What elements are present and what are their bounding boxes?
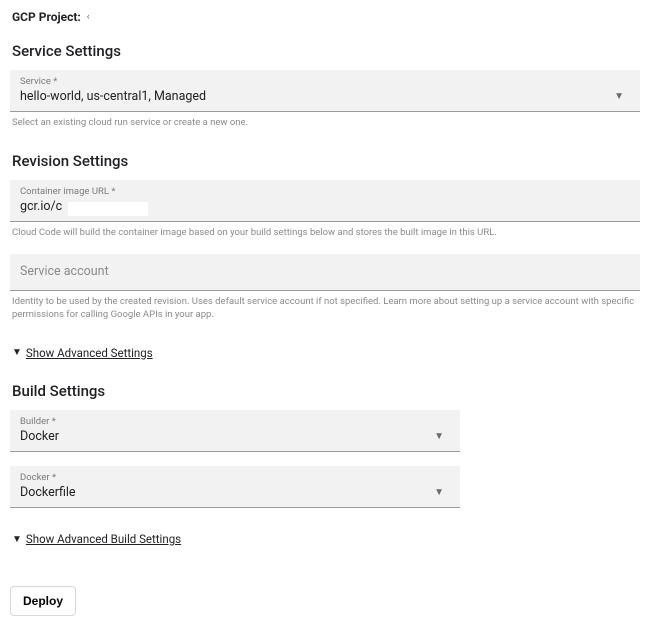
builder-field-label: Builder * bbox=[20, 416, 428, 427]
deploy-button[interactable]: Deploy bbox=[10, 586, 76, 616]
container-image-input[interactable]: Container image URL * gcr.io/c bbox=[10, 180, 640, 222]
service-account-input[interactable]: Service account bbox=[10, 254, 640, 291]
redaction-overlay bbox=[68, 202, 148, 216]
container-image-helper: Cloud Code will build the container imag… bbox=[12, 227, 638, 240]
show-advanced-build-settings-toggle[interactable]: ▼ Show Advanced Build Settings bbox=[12, 532, 181, 546]
show-advanced-settings-toggle[interactable]: ▼ Show Advanced Settings bbox=[12, 346, 153, 360]
gcp-project-label: GCP Project: bbox=[12, 10, 81, 24]
show-advanced-build-settings-label: Show Advanced Build Settings bbox=[26, 532, 181, 546]
revision-settings-title: Revision Settings bbox=[12, 152, 640, 170]
gcp-project-row: GCP Project: ‹ bbox=[12, 10, 640, 24]
revision-settings-section: Revision Settings Container image URL * … bbox=[10, 152, 640, 360]
docker-field-value: Dockerfile bbox=[20, 485, 428, 502]
service-field-label: Service * bbox=[20, 76, 608, 87]
container-image-field: Container image URL * gcr.io/c Cloud Cod… bbox=[10, 180, 640, 240]
docker-field: Docker * Dockerfile ▼ bbox=[10, 466, 460, 508]
service-field-value: hello-world, us-central1, Managed bbox=[20, 89, 608, 106]
triangle-down-icon: ▼ bbox=[12, 534, 22, 545]
triangle-down-icon: ▼ bbox=[12, 347, 22, 358]
service-account-placeholder: Service account bbox=[20, 264, 630, 281]
show-advanced-settings-label: Show Advanced Settings bbox=[26, 346, 153, 360]
build-settings-title: Build Settings bbox=[12, 382, 460, 400]
service-account-field: Service account Identity to be used by t… bbox=[10, 254, 640, 322]
service-settings-title: Service Settings bbox=[12, 42, 640, 60]
service-settings-section: Service Settings Service * hello-world, … bbox=[10, 42, 640, 130]
service-helper-text: Select an existing cloud run service or … bbox=[12, 117, 638, 130]
gcp-project-caret-icon[interactable]: ‹ bbox=[87, 12, 90, 22]
builder-field-value: Docker bbox=[20, 429, 428, 446]
service-account-helper: Identity to be used by the created revis… bbox=[12, 296, 638, 322]
dropdown-caret-icon: ▼ bbox=[428, 487, 450, 502]
service-select[interactable]: Service * hello-world, us-central1, Mana… bbox=[10, 70, 640, 112]
dropdown-caret-icon: ▼ bbox=[608, 91, 630, 106]
docker-field-label: Docker * bbox=[20, 472, 428, 483]
dropdown-caret-icon: ▼ bbox=[428, 431, 450, 446]
service-field: Service * hello-world, us-central1, Mana… bbox=[10, 70, 640, 130]
build-settings-section: Build Settings Builder * Docker ▼ Docker… bbox=[10, 382, 460, 547]
builder-field: Builder * Docker ▼ bbox=[10, 410, 460, 452]
docker-select[interactable]: Docker * Dockerfile ▼ bbox=[10, 466, 460, 508]
builder-select[interactable]: Builder * Docker ▼ bbox=[10, 410, 460, 452]
container-image-label: Container image URL * bbox=[20, 186, 630, 197]
